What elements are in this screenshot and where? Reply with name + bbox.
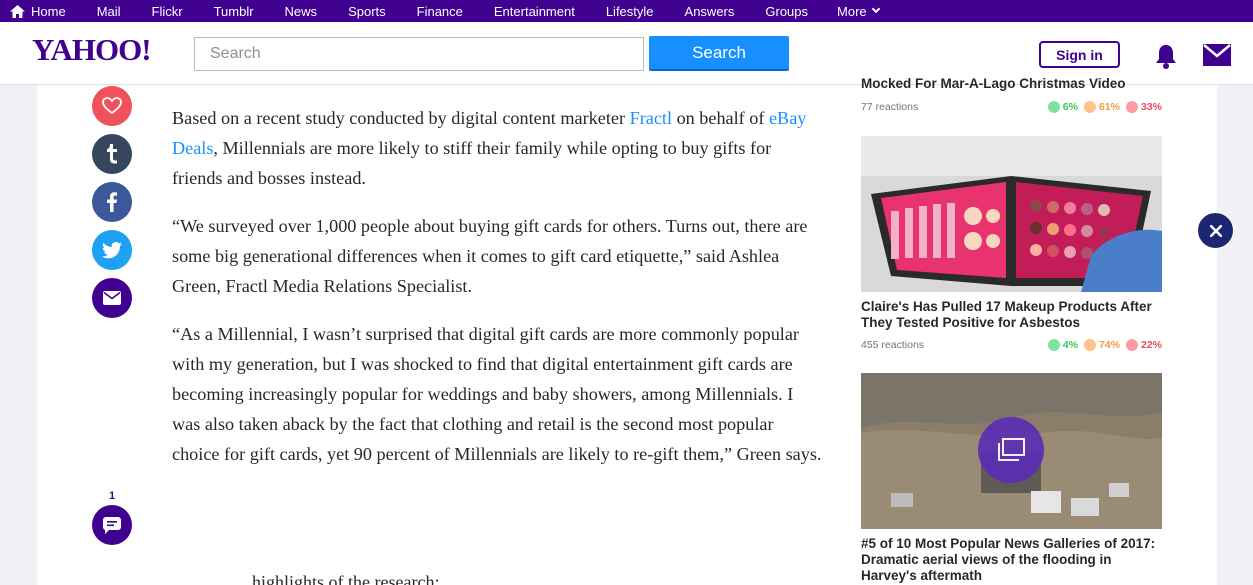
nav-news[interactable]: News: [285, 0, 318, 22]
makeup-thumbnail[interactable]: [861, 136, 1162, 292]
envelope-icon: [103, 291, 121, 305]
neutral-reaction: 74%: [1083, 339, 1120, 351]
story-meta: 77 reactions 6% 61% 33%: [861, 99, 1162, 115]
comment-icon: [103, 516, 121, 534]
nav-flickr[interactable]: Flickr: [152, 0, 183, 22]
tumblr-icon: [107, 144, 117, 164]
yahoo-logo[interactable]: YAHOO!: [32, 32, 152, 68]
search-input[interactable]: [194, 37, 644, 71]
nav-groups[interactable]: Groups: [765, 0, 808, 22]
happy-reaction: 6%: [1047, 101, 1078, 113]
reaction-count: 77 reactions: [861, 101, 919, 113]
fractl-link[interactable]: Fractl: [630, 108, 672, 128]
nav-finance[interactable]: Finance: [417, 0, 463, 22]
reaction-count: 455 reactions: [861, 339, 925, 351]
top-nav: Home Mail Flickr Tumblr News Sports Fina…: [0, 0, 1253, 22]
rail-story-3[interactable]: #5 of 10 Most Popular News Galleries of …: [861, 373, 1162, 584]
mail-icon[interactable]: [1203, 44, 1231, 66]
close-button[interactable]: [1197, 212, 1234, 249]
gallery-button[interactable]: [978, 417, 1044, 483]
story-headline[interactable]: Mocked For Mar-A-Lago Christmas Video: [861, 76, 1162, 92]
sad-reaction: 33%: [1125, 101, 1162, 113]
nav-sports[interactable]: Sports: [348, 0, 386, 22]
rail-story-2[interactable]: Claire's Has Pulled 17 Makeup Products A…: [861, 136, 1162, 353]
gallery-icon: [998, 438, 1025, 461]
sad-face-icon: [1125, 101, 1138, 113]
rail-story-1[interactable]: Mocked For Mar-A-Lago Christmas Video 77…: [861, 62, 1162, 115]
email-share-button[interactable]: [92, 278, 132, 318]
chevron-down-icon: [871, 4, 880, 14]
tumblr-share-button[interactable]: [92, 134, 132, 174]
heart-button[interactable]: [92, 86, 132, 126]
story-headline[interactable]: #5 of 10 Most Popular News Galleries of …: [861, 536, 1162, 584]
story-meta: 455 reactions 4% 74% 22%: [861, 337, 1162, 353]
article-paragraph-1: Based on a recent study conducted by dig…: [172, 108, 807, 188]
reaction-breakdown: 4% 74% 22%: [1047, 339, 1162, 351]
neutral-face-icon: [1083, 339, 1096, 351]
close-icon: [1209, 224, 1222, 237]
article-body: Based on a recent study conducted by dig…: [172, 103, 822, 487]
nav-more-label: More: [837, 3, 867, 19]
nav-tumblr[interactable]: Tumblr: [214, 0, 254, 22]
facebook-icon: [107, 192, 117, 212]
nav-mail[interactable]: Mail: [97, 0, 121, 22]
neutral-face-icon: [1083, 101, 1096, 113]
article-paragraph-3: “As a Millennial, I wasn’t surprised tha…: [172, 324, 822, 464]
nav-answers[interactable]: Answers: [685, 0, 735, 22]
article-cutoff-line: highlights of the research:: [252, 572, 440, 585]
reaction-breakdown: 6% 61% 33%: [1047, 101, 1162, 113]
heart-icon: [102, 97, 122, 115]
home-icon: [10, 4, 25, 18]
neutral-reaction: 61%: [1083, 101, 1120, 113]
nav-entertainment[interactable]: Entertainment: [494, 0, 575, 22]
article-paragraph-2: “We surveyed over 1,000 people about buy…: [172, 216, 808, 296]
sad-reaction: 22%: [1125, 339, 1162, 351]
nav-home-label: Home: [31, 3, 66, 19]
twitter-share-button[interactable]: [92, 230, 132, 270]
comment-count: 1: [108, 490, 116, 502]
nav-home[interactable]: Home: [10, 0, 66, 22]
happy-face-icon: [1047, 339, 1060, 351]
search-button[interactable]: Search: [649, 36, 789, 71]
nav-more[interactable]: More: [837, 0, 880, 22]
story-headline[interactable]: Claire's Has Pulled 17 Makeup Products A…: [861, 299, 1162, 331]
facebook-share-button[interactable]: [92, 182, 132, 222]
makeup-palette-image: [861, 136, 1162, 292]
nav-lifestyle[interactable]: Lifestyle: [606, 0, 654, 22]
happy-reaction: 4%: [1047, 339, 1078, 351]
sad-face-icon: [1125, 339, 1138, 351]
comments-button[interactable]: [92, 505, 132, 545]
happy-face-icon: [1047, 101, 1060, 113]
twitter-icon: [102, 241, 122, 258]
flood-thumbnail[interactable]: [861, 373, 1162, 529]
